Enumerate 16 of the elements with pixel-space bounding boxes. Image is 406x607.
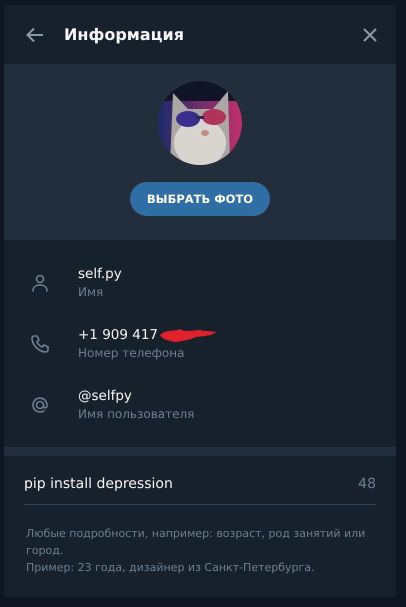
bio-field[interactable]: pip install depression bbox=[24, 476, 358, 492]
person-icon bbox=[29, 272, 51, 294]
phone-icon bbox=[29, 332, 51, 354]
field-value: self.py bbox=[78, 266, 122, 282]
field-value: +1 909 417 bbox=[78, 327, 158, 343]
character-counter: 48 bbox=[358, 476, 376, 492]
choose-photo-button[interactable]: ВЫБРАТЬ ФОТО bbox=[130, 182, 270, 216]
window-title: Информация bbox=[64, 25, 185, 44]
field-label: Имя пользователя bbox=[78, 407, 194, 421]
back-button[interactable] bbox=[26, 26, 44, 42]
close-button[interactable] bbox=[362, 26, 378, 42]
hint-text: Пример: 23 года, дизайнер из Санкт-Петербурга. bbox=[26, 560, 316, 576]
field-value: @selfpy bbox=[78, 388, 132, 404]
hint-text: Любые подробности, например: возраст, род занятий или город. bbox=[26, 526, 366, 559]
field-label: Имя bbox=[78, 285, 104, 299]
field-label: Номер телефона bbox=[78, 346, 186, 360]
